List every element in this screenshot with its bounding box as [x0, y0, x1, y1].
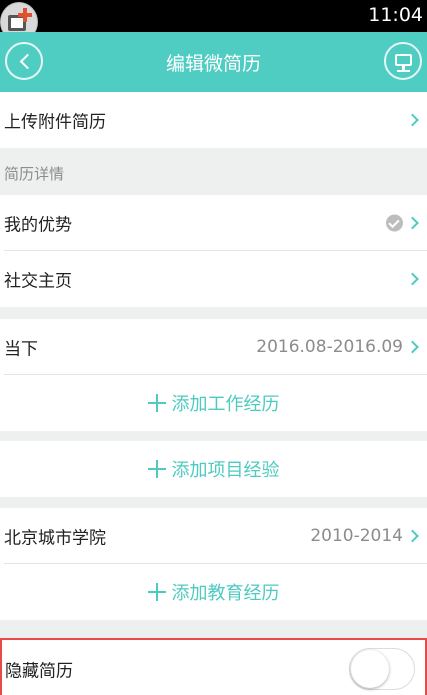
navbar: 编辑微简历 [0, 32, 427, 92]
chevron-right-icon [406, 272, 419, 286]
upload-section: 上传附件简历 [0, 92, 427, 148]
add-work-label: 添加工作经历 [171, 394, 280, 415]
work-experience-row[interactable]: 当下 2016.08-2016.09 [0, 319, 427, 375]
social-label: 社交主页 [4, 271, 72, 292]
upload-attachment-label: 上传附件简历 [4, 112, 106, 133]
monitor-icon [395, 54, 412, 66]
check-circle-icon [386, 214, 403, 232]
add-education-label: 添加教育经历 [171, 583, 280, 604]
add-education-button[interactable]: 添加教育经历 [0, 564, 427, 620]
details-header: 简历详情 [0, 151, 427, 195]
plus-icon [147, 394, 166, 412]
hide-resume-label: 隐藏简历 [5, 661, 73, 682]
advantages-label: 我的优势 [4, 215, 72, 236]
add-project-label: 添加项目经验 [171, 460, 280, 481]
chevron-right-icon [406, 340, 419, 354]
hide-resume-row: 隐藏简历 [0, 638, 427, 695]
status-time: 11:04 [368, 4, 423, 26]
toggle-knob [351, 650, 389, 688]
advantages-row[interactable]: 我的优势 [0, 195, 427, 251]
chevron-right-icon [406, 113, 419, 127]
education-row[interactable]: 北京城市学院 2010-2014 [0, 508, 427, 564]
plus-icon [147, 583, 166, 601]
chevron-right-icon [406, 216, 419, 230]
chevron-right-icon [406, 529, 419, 543]
upload-attachment-row[interactable]: 上传附件简历 [0, 92, 427, 148]
add-project-button[interactable]: 添加项目经验 [0, 441, 427, 497]
preview-button[interactable] [384, 42, 422, 80]
details-section: 我的优势 社交主页 [0, 195, 427, 307]
education-section: 北京城市学院 2010-2014 添加教育经历 [0, 508, 427, 620]
school-date-range: 2010-2014 [310, 526, 403, 546]
social-row[interactable]: 社交主页 [0, 251, 427, 307]
work-company-label: 当下 [4, 339, 38, 360]
work-section: 当下 2016.08-2016.09 添加工作经历 [0, 319, 427, 431]
hide-resume-toggle[interactable] [349, 648, 415, 690]
plus-icon [147, 460, 166, 478]
details-header-label: 简历详情 [4, 165, 65, 183]
page-title: 编辑微简历 [165, 53, 261, 75]
project-section: 添加项目经验 [0, 441, 427, 497]
add-work-button[interactable]: 添加工作经历 [0, 375, 427, 431]
work-date-range: 2016.08-2016.09 [256, 337, 403, 357]
school-label: 北京城市学院 [4, 528, 106, 549]
status-bar: 11:04 [0, 0, 427, 32]
